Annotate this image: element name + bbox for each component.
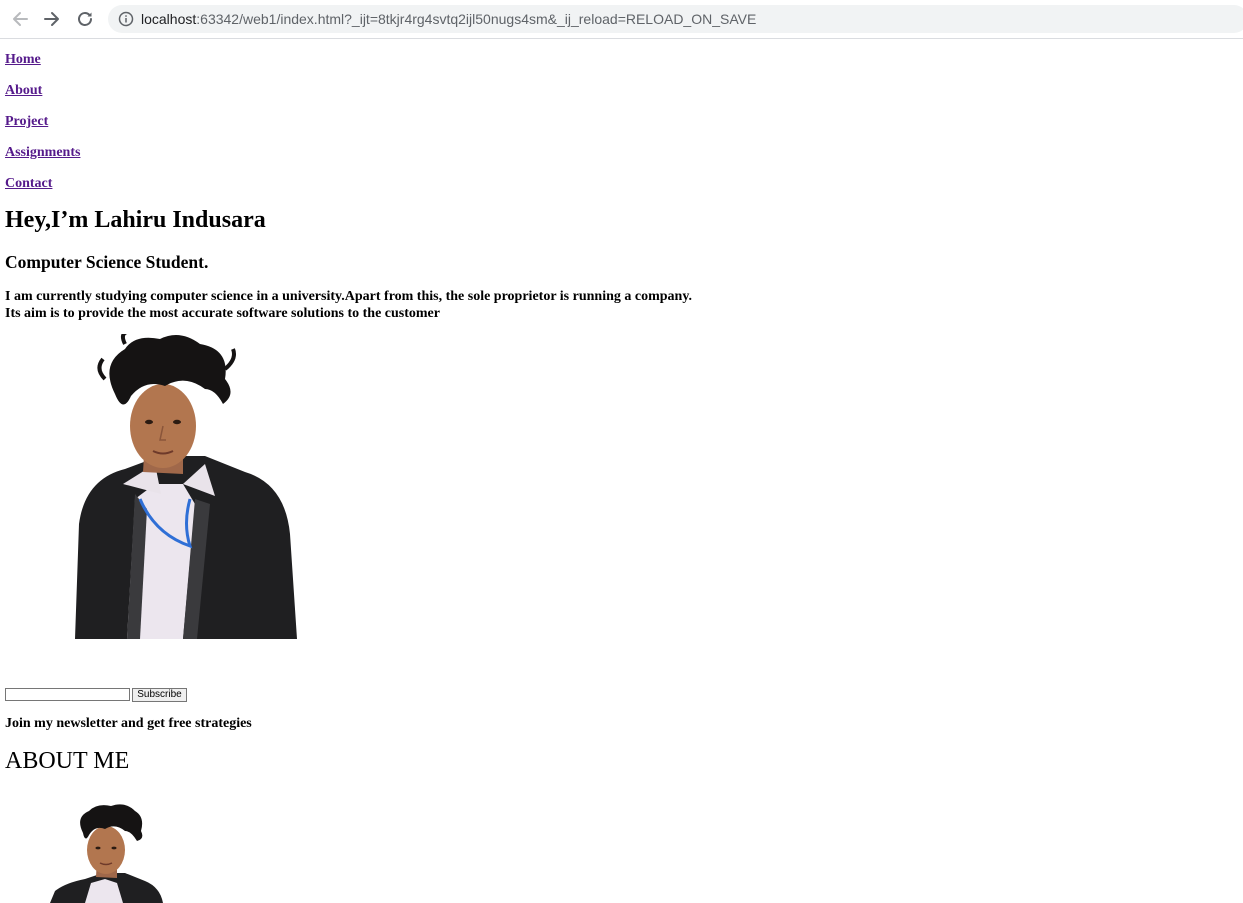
about-photo	[50, 804, 163, 903]
nav-link-contact[interactable]: Contact	[5, 176, 52, 192]
reload-button[interactable]	[73, 7, 97, 31]
hero-description-line-1: I am currently studying computer science…	[5, 289, 693, 304]
info-icon[interactable]	[118, 11, 134, 27]
hero-description-line-2: Its aim is to provide the most accurate …	[5, 306, 440, 321]
reload-icon	[78, 12, 92, 26]
nav-link-home[interactable]: Home	[5, 52, 41, 68]
address-bar[interactable]: localhost:63342/web1/index.html?_ijt=8tk…	[108, 5, 1243, 33]
nav-link-about[interactable]: About	[5, 83, 42, 99]
url-path: :63342/web1/index.html?_ijt=8tkjr4rg4svt…	[196, 11, 757, 27]
hero-description: I am currently studying computer science…	[5, 288, 692, 322]
newsletter-text: Join my newsletter and get free strategi…	[5, 716, 252, 731]
hero-title: Hey,I’m Lahiru Indusara	[5, 207, 266, 233]
url-text[interactable]: localhost:63342/web1/index.html?_ijt=8tk…	[141, 11, 756, 27]
nav-link-assignments[interactable]: Assignments	[5, 145, 80, 161]
newsletter-email-input[interactable]	[5, 688, 130, 701]
browser-toolbar: localhost:63342/web1/index.html?_ijt=8tk…	[0, 0, 1243, 39]
back-button[interactable]	[8, 7, 32, 31]
hero-subtitle: Computer Science Student.	[5, 252, 209, 272]
profile-photo	[75, 334, 297, 639]
url-host: localhost	[141, 11, 197, 27]
nav-link-project[interactable]: Project	[5, 114, 48, 130]
arrow-right-icon	[44, 12, 59, 26]
forward-button[interactable]	[40, 7, 64, 31]
about-title: ABOUT ME	[5, 748, 130, 774]
subscribe-button[interactable]: Subscribe	[132, 688, 187, 702]
arrow-left-icon	[13, 12, 28, 26]
